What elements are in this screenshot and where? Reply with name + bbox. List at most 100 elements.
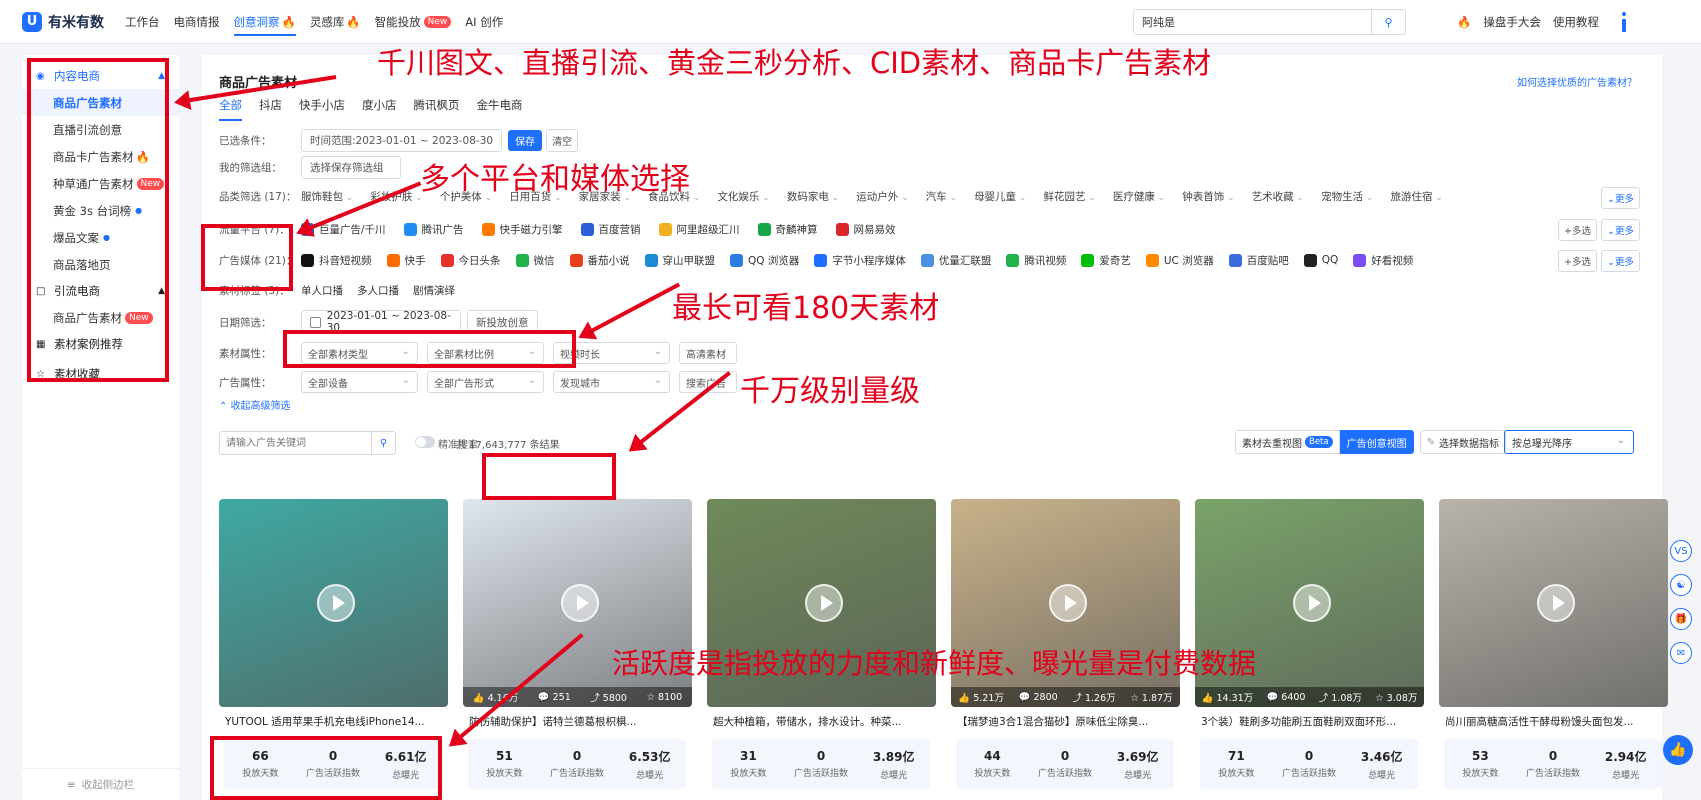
category-item[interactable]: 宠物生活 xyxy=(1321,189,1373,204)
nav-item[interactable]: 创意洞察 🔥 xyxy=(233,0,297,44)
collapse-advanced-filter[interactable]: ⌃ 收起高级筛选 xyxy=(219,397,291,412)
filter-select[interactable]: 高清素材 xyxy=(679,342,737,364)
play-icon[interactable] xyxy=(1049,584,1087,622)
filter-select[interactable]: 全部设备 xyxy=(301,371,418,393)
tab-item[interactable]: 度小店 xyxy=(362,95,397,121)
logo[interactable]: U 有米有数 xyxy=(22,11,104,32)
card-title[interactable]: 超大种植箱，带储水，排水设计。种菜... xyxy=(707,707,936,735)
media-item[interactable]: 爱奇艺 xyxy=(1081,253,1131,268)
category-item[interactable]: 服饰鞋包 xyxy=(301,189,353,204)
my-filters-select[interactable]: 选择保存筛选组 xyxy=(301,155,401,179)
category-item[interactable]: 旅游住宿 xyxy=(1391,189,1443,204)
annotation-text-platforms: 多个平台和媒体选择 xyxy=(420,162,690,197)
gift-icon[interactable]: 🎁 xyxy=(1670,608,1692,630)
keyword-input[interactable] xyxy=(220,432,371,454)
tab-item[interactable]: 全部 xyxy=(219,95,242,121)
nav-item[interactable]: 电商情报 xyxy=(174,0,220,44)
more-button[interactable]: ⌄更多 xyxy=(1601,250,1640,272)
tab-item[interactable]: 抖店 xyxy=(259,95,282,121)
group-icon[interactable]: ☯ xyxy=(1670,574,1692,596)
tag-item[interactable]: 多人口播 xyxy=(357,283,399,298)
media-item[interactable]: 微信 xyxy=(515,253,555,268)
play-icon[interactable] xyxy=(317,584,355,622)
media-item[interactable]: 优量汇联盟 xyxy=(920,253,991,268)
sort-select[interactable]: 按总曝光降序 xyxy=(1504,430,1634,454)
play-icon[interactable] xyxy=(561,584,599,622)
category-item[interactable]: 医疗健康 xyxy=(1113,189,1165,204)
tab-item[interactable]: 腾讯枫页 xyxy=(414,95,460,121)
media-item[interactable]: UC 浏览器 xyxy=(1145,253,1214,268)
media-item[interactable]: QQ xyxy=(1303,253,1338,268)
clear-button[interactable]: 清空 xyxy=(546,128,579,152)
thumbs-up-icon[interactable]: 👍 xyxy=(1663,735,1693,765)
media-item[interactable]: 快手磁力引擎 xyxy=(481,222,563,237)
card-title[interactable]: 防伤辅助保护】诺特兰德葛根枳椇... xyxy=(463,707,692,735)
search-icon[interactable]: ⚲ xyxy=(371,432,395,454)
nav-item[interactable]: 灵感库 🔥 xyxy=(310,0,361,44)
category-item[interactable]: 母婴儿童 xyxy=(974,189,1026,204)
multi-select-button[interactable]: +多选 xyxy=(1558,250,1598,272)
card-title[interactable]: YUTOOL 适用苹果手机充电线iPhone14... xyxy=(219,707,448,735)
platform-logo-icon xyxy=(1303,253,1317,267)
media-item[interactable]: 今日头条 xyxy=(440,253,501,268)
tutorial-link[interactable]: 使用教程 xyxy=(1553,14,1599,30)
search-icon[interactable]: ⚲ xyxy=(1371,10,1405,34)
media-item[interactable]: 快手 xyxy=(386,253,426,268)
category-item[interactable]: 汽车 xyxy=(926,189,957,204)
media-item[interactable]: 字节小程序媒体 xyxy=(814,253,906,268)
filter-select[interactable]: 发现城市 xyxy=(553,371,670,393)
nav-item[interactable]: 工作台 xyxy=(125,0,160,44)
media-item[interactable]: 好看视频 xyxy=(1353,253,1413,268)
media-item[interactable]: 百度营销 xyxy=(580,222,641,237)
category-item[interactable]: 数码家电 xyxy=(787,189,839,204)
category-item[interactable]: 钟表首饰 xyxy=(1182,189,1234,204)
trader-link[interactable]: 操盘手大会 xyxy=(1483,14,1541,30)
top-search-input[interactable] xyxy=(1134,10,1371,34)
media-item[interactable]: 番茄小说 xyxy=(569,253,630,268)
metric-select-button[interactable]: ✎ 选择数据指标 xyxy=(1419,430,1506,454)
category-item[interactable]: 文化娱乐 xyxy=(717,189,769,204)
collapse-sidebar-button[interactable]: ≡ 收起侧边栏 xyxy=(22,768,179,800)
multi-select-button[interactable]: +多选 xyxy=(1558,219,1598,241)
category-item[interactable]: 艺术收藏 xyxy=(1252,189,1304,204)
filter-select[interactable]: 全部广告形式 xyxy=(427,371,544,393)
media-item[interactable]: 腾讯视频 xyxy=(1006,253,1066,268)
nav-item[interactable]: 智能投放 New xyxy=(375,0,452,44)
tab-item[interactable]: 快手小店 xyxy=(299,95,345,121)
media-item[interactable]: QQ 浏览器 xyxy=(730,253,799,268)
media-item[interactable]: 网易易效 xyxy=(835,222,896,237)
play-icon[interactable] xyxy=(1537,584,1575,622)
tag-item[interactable]: 剧情演绎 xyxy=(413,283,455,298)
media-item[interactable]: 奇麟神算 xyxy=(757,222,818,237)
card-title[interactable]: 尚川丽高糖高活性干酵母粉馒头面包发... xyxy=(1439,707,1668,735)
media-item[interactable]: 阿里超级汇川 xyxy=(658,222,740,237)
dedupe-view-button[interactable]: 素材去重视图 Beta xyxy=(1235,430,1340,454)
selected-condition-chip[interactable]: 时间范围:2023-01-01 ~ 2023-08-30 xyxy=(301,128,503,152)
card-title[interactable]: 【瑞梦迪3合1混合猫砂】原味低尘除臭... xyxy=(951,707,1180,735)
play-icon[interactable] xyxy=(1293,584,1331,622)
card-metrics: 51 投放天数 0 广告活跃指数 6.53亿 总曝光 xyxy=(468,739,686,789)
media-item[interactable]: 穿山甲联盟 xyxy=(644,253,715,268)
creative-view-button[interactable]: 广告创意视图 xyxy=(1339,430,1414,454)
video-thumbnail[interactable] xyxy=(219,499,448,707)
creative-card[interactable]: 尚川丽高糖高活性干酵母粉馒头面包发... 53 投放天数 0 广告活跃指数 2.94亿 总曝… xyxy=(1439,499,1668,789)
nav-item[interactable]: AI 创作 xyxy=(465,0,503,44)
media-item[interactable]: 抖音短视频 xyxy=(301,253,372,268)
category-item[interactable]: 运动户外 xyxy=(856,189,908,204)
tab-item[interactable]: 金牛电商 xyxy=(477,95,523,121)
help-link[interactable]: 如何选择优质的广告素材？ xyxy=(1517,74,1637,89)
media-item[interactable]: 百度贴吧 xyxy=(1228,253,1289,268)
tag-item[interactable]: 单人口播 xyxy=(301,283,343,298)
play-icon[interactable] xyxy=(805,584,843,622)
media-item[interactable]: 腾讯广告 xyxy=(403,222,464,237)
precise-search-toggle[interactable] xyxy=(415,436,435,448)
more-button[interactable]: ⌄更多 xyxy=(1601,219,1640,241)
category-item[interactable]: 鲜花园艺 xyxy=(1043,189,1095,204)
vs-icon[interactable]: VS xyxy=(1670,540,1692,562)
chat-icon[interactable]: ✉ xyxy=(1670,642,1692,664)
save-button[interactable]: 保存 xyxy=(508,129,543,151)
more-button[interactable]: ⌄更多 xyxy=(1601,187,1640,209)
card-title[interactable]: 3个装）鞋刷多功能刷五面鞋刷双面环形... xyxy=(1195,707,1424,735)
user-avatar-icon[interactable] xyxy=(1617,10,1631,34)
video-thumbnail[interactable] xyxy=(1439,499,1668,707)
